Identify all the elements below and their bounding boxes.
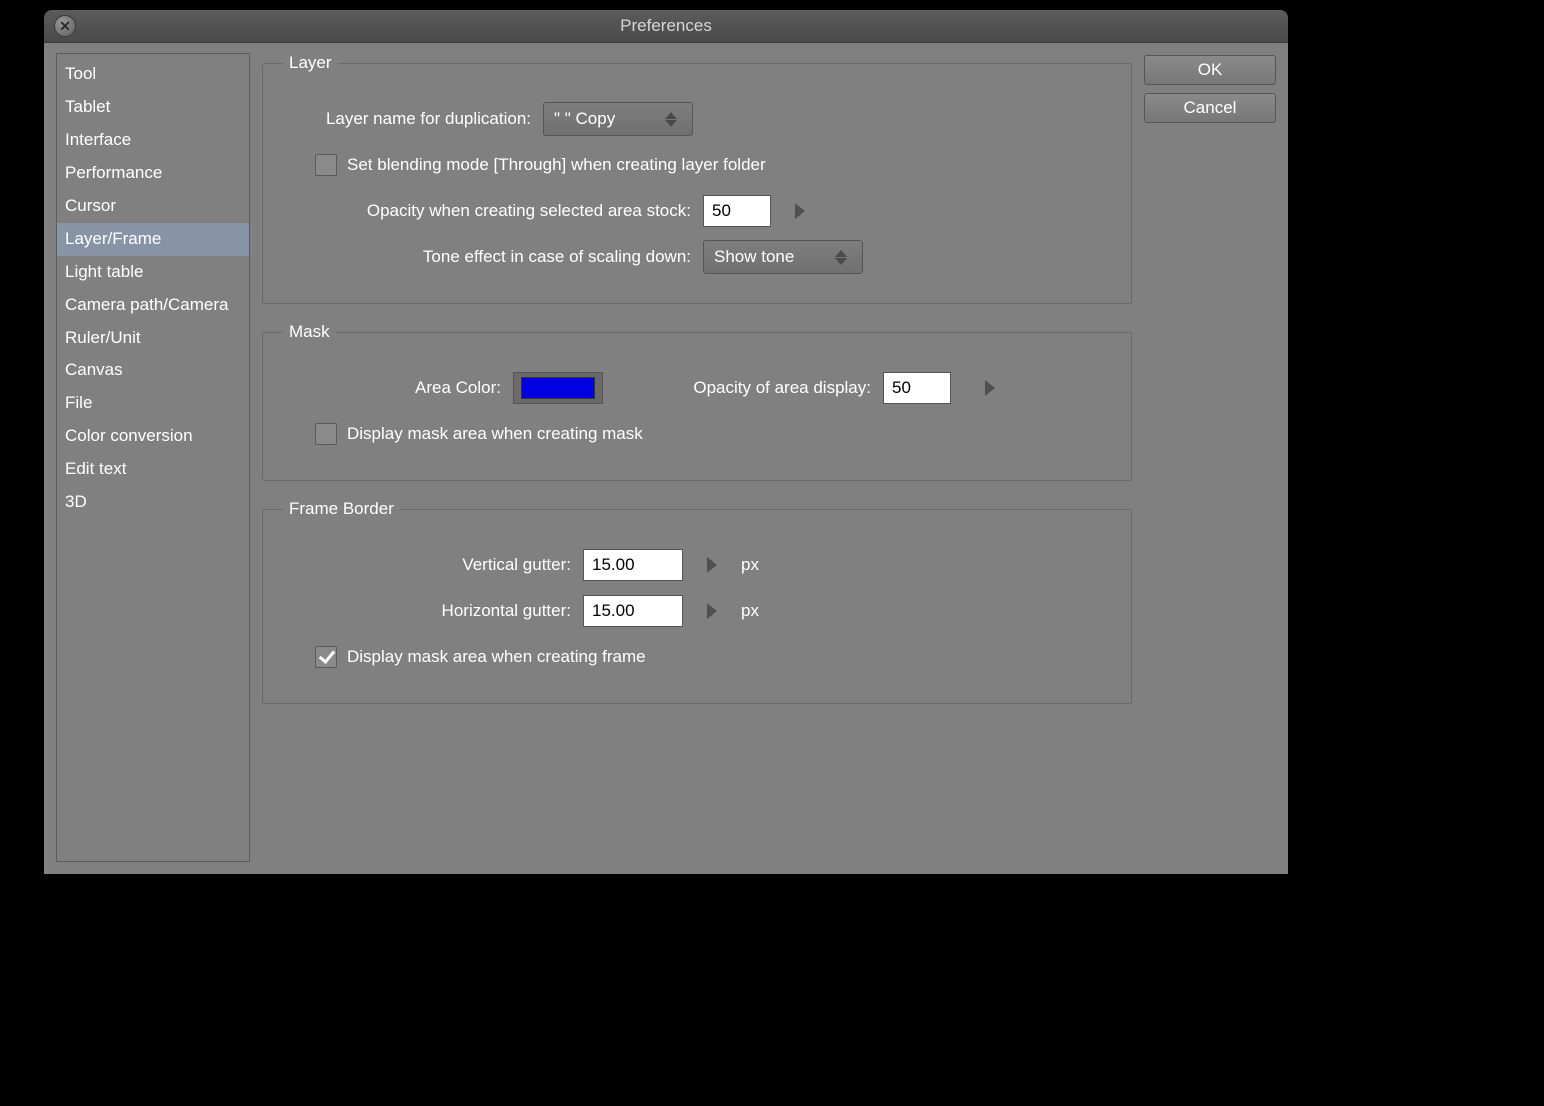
group-mask-legend: Mask [283, 322, 336, 342]
slider-icon[interactable] [707, 603, 717, 619]
group-frame-legend: Frame Border [283, 499, 400, 519]
sidebar-item[interactable]: Light table [57, 256, 249, 289]
sidebar-item[interactable]: Layer/Frame [57, 223, 249, 256]
opacity-stock-input[interactable] [703, 195, 771, 227]
main-panel: Layer Layer name for duplication: " " Co… [262, 53, 1132, 862]
titlebar: ✕ Preferences [44, 10, 1288, 43]
area-color-label: Area Color: [283, 378, 513, 398]
stepper-icon [830, 250, 852, 265]
mask-opacity-label: Opacity of area display: [603, 378, 883, 398]
dup-dropdown[interactable]: " " Copy [543, 102, 693, 136]
display-frame-mask-checkbox[interactable] [315, 646, 337, 668]
display-frame-mask-label: Display mask area when creating frame [347, 647, 646, 667]
cancel-button[interactable]: Cancel [1144, 93, 1276, 123]
dup-label: Layer name for duplication: [283, 109, 543, 129]
sidebar-item[interactable]: Edit text [57, 453, 249, 486]
sidebar: ToolTabletInterfacePerformanceCursorLaye… [56, 53, 250, 862]
sidebar-item[interactable]: Tablet [57, 91, 249, 124]
mask-opacity-input[interactable] [883, 372, 951, 404]
group-layer: Layer Layer name for duplication: " " Co… [262, 53, 1132, 304]
sidebar-item[interactable]: Color conversion [57, 420, 249, 453]
display-mask-label: Display mask area when creating mask [347, 424, 643, 444]
hgutter-unit: px [741, 601, 759, 621]
tone-value: Show tone [714, 247, 794, 267]
blend-through-label: Set blending mode [Through] when creatin… [347, 155, 766, 175]
blend-through-checkbox[interactable] [315, 154, 337, 176]
window-title: Preferences [44, 16, 1288, 36]
preferences-window: ✕ Preferences ToolTabletInterfacePerform… [44, 10, 1288, 874]
sidebar-item[interactable]: Performance [57, 157, 249, 190]
hgutter-input[interactable] [583, 595, 683, 627]
vgutter-input[interactable] [583, 549, 683, 581]
sidebar-item[interactable]: Ruler/Unit [57, 322, 249, 355]
sidebar-item[interactable]: 3D [57, 486, 249, 519]
display-mask-checkbox[interactable] [315, 423, 337, 445]
ok-button[interactable]: OK [1144, 55, 1276, 85]
sidebar-item[interactable]: Camera path/Camera [57, 289, 249, 322]
stepper-icon [660, 112, 682, 127]
content: ToolTabletInterfacePerformanceCursorLaye… [44, 43, 1288, 874]
vgutter-unit: px [741, 555, 759, 575]
close-icon[interactable]: ✕ [54, 15, 76, 37]
dup-value: " " Copy [554, 109, 615, 129]
tone-label: Tone effect in case of scaling down: [283, 247, 703, 267]
slider-icon[interactable] [707, 557, 717, 573]
area-color-value [521, 377, 595, 399]
sidebar-item[interactable]: Tool [57, 58, 249, 91]
sidebar-item[interactable]: File [57, 387, 249, 420]
sidebar-item[interactable]: Canvas [57, 354, 249, 387]
slider-icon[interactable] [985, 380, 995, 396]
vgutter-label: Vertical gutter: [283, 555, 583, 575]
group-frame: Frame Border Vertical gutter: px Horizon… [262, 499, 1132, 704]
tone-dropdown[interactable]: Show tone [703, 240, 863, 274]
sidebar-item[interactable]: Interface [57, 124, 249, 157]
button-column: OK Cancel [1144, 53, 1276, 862]
sidebar-item[interactable]: Cursor [57, 190, 249, 223]
hgutter-label: Horizontal gutter: [283, 601, 583, 621]
group-mask: Mask Area Color: Opacity of area display… [262, 322, 1132, 481]
group-layer-legend: Layer [283, 53, 338, 73]
opacity-stock-label: Opacity when creating selected area stoc… [283, 201, 703, 221]
area-color-swatch[interactable] [513, 372, 603, 404]
slider-icon[interactable] [795, 203, 805, 219]
